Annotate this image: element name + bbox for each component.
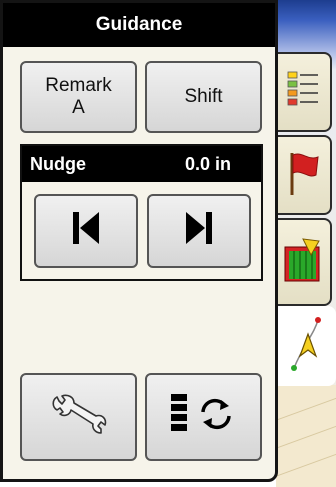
nudge-right-button[interactable] [147,194,251,268]
panel-title: Guidance [3,3,275,47]
skip-back-icon [69,210,103,252]
shift-button[interactable]: Shift [145,61,262,133]
guidance-path-icon [286,314,326,379]
cycle-view-button[interactable] [145,373,262,461]
remark-point-label: A [72,97,85,118]
wrench-icon [49,391,109,443]
guidance-panel: Guidance Remark A Shift Nudge 0.0 in [0,0,278,482]
guidance-screen: Guidance Remark A Shift Nudge 0.0 in [0,0,336,487]
nudge-value: 0.0 in [184,153,231,174]
remark-label: Remark [45,75,112,96]
nudge-header: Nudge 0.0 in [22,146,261,182]
map-field-area [273,385,336,487]
remark-a-button[interactable]: Remark A [20,61,137,133]
settings-button[interactable] [20,373,137,461]
red-flag-icon [286,149,320,202]
green-field-icon [283,237,323,288]
tab-layers-list[interactable] [276,52,332,132]
nudge-left-button[interactable] [34,194,138,268]
bars-rotate-icon [165,390,243,444]
tab-guidance[interactable] [276,306,336,386]
nudge-box: Nudge 0.0 in [20,144,263,281]
tab-flags[interactable] [276,135,332,215]
color-list-icon [286,70,320,115]
skip-forward-icon [182,210,216,252]
tab-field-mapping[interactable] [276,218,332,306]
nudge-label: Nudge [30,153,86,174]
